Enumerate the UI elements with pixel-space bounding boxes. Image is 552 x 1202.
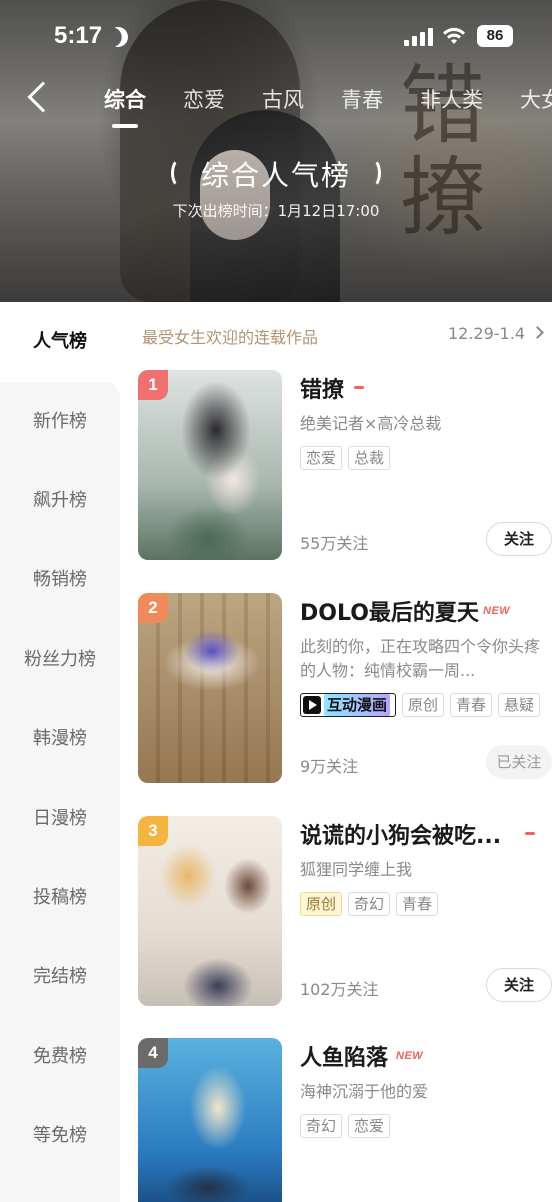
sidebar-item-wait-free[interactable]: 等免榜 <box>0 1096 120 1176</box>
comic-description: 绝美记者×高冷总裁 <box>300 414 442 433</box>
sidebar-item-rising[interactable]: 飙升榜 <box>0 461 120 541</box>
follow-button[interactable]: 关注 <box>486 968 552 1002</box>
ranking-title-wrap: 综合人气榜 <box>170 154 381 194</box>
sidebar-item-bestseller[interactable]: 畅销榜 <box>0 540 120 620</box>
rank-badge: 1 <box>138 370 168 400</box>
sidebar-item-completed[interactable]: 完结榜 <box>0 937 120 1017</box>
next-update-time: 下次出榜时间：1月12日17:00 <box>172 202 380 220</box>
comic-description: 狐狸同学缠上我 <box>300 860 413 879</box>
comic-cover[interactable]: 3 <box>138 816 282 1006</box>
ranking-list: 最受女生欢迎的连载作品 12.29-1.4 1 错撩 绝美记者×高冷总裁 恋爱 … <box>120 302 552 1202</box>
rank-badge: 3 <box>138 816 168 846</box>
sidebar-item-japanese[interactable]: 日漫榜 <box>0 779 120 859</box>
tag-list: 恋爱 总裁 <box>300 446 552 470</box>
genre-tag[interactable]: 恋爱 <box>348 1114 391 1138</box>
follower-count: 9万关注 <box>300 757 359 776</box>
original-tag[interactable]: 原创 <box>300 892 343 916</box>
date-range-text: 12.29-1.4 <box>447 324 525 343</box>
tab-lianai[interactable]: 恋爱 <box>183 82 225 128</box>
comic-description: 此刻的你，正在攻略四个令你头疼的人物：纯情校霸一周... <box>300 637 540 680</box>
trend-flat-icon <box>525 832 535 835</box>
rank-badge: 2 <box>138 593 168 623</box>
followed-button[interactable]: 已关注 <box>486 745 552 779</box>
date-range-link[interactable]: 12.29-1.4 <box>447 324 544 343</box>
category-nav: 综合 恋爱 古风 青春 非人类 大女主 <box>0 81 552 128</box>
follower-count: 55万关注 <box>300 534 369 553</box>
tag-list: 原创 奇幻 青春 <box>300 892 552 916</box>
comic-card[interactable]: 3 说谎的小狗会被吃... 狐狸同学缠上我 原创 奇幻 青春 102万关注 关注 <box>138 816 552 1006</box>
genre-tag[interactable]: 恋爱 <box>300 446 343 470</box>
tab-danvzhu[interactable]: 大女主 <box>520 82 552 128</box>
sidebar-item-free[interactable]: 免费榜 <box>0 1017 120 1097</box>
section-header: 最受女生欢迎的连载作品 12.29-1.4 <box>142 324 544 348</box>
comic-title[interactable]: 说谎的小狗会被吃... <box>300 818 501 850</box>
ranking-sidebar: 人气榜 新作榜 飙升榜 畅销榜 粉丝力榜 韩漫榜 日漫榜 投稿榜 完结榜 免费榜… <box>0 302 120 1202</box>
follow-button[interactable]: 关注 <box>486 522 552 556</box>
ranking-header: 综合人气榜 下次出榜时间：1月12日17:00 <box>0 154 552 221</box>
rank-badge: 4 <box>138 1038 168 1068</box>
trend-flat-icon <box>354 386 364 389</box>
signal-icon <box>404 28 434 46</box>
tag-list: 互动漫画 原创 青春 悬疑 <box>300 693 552 717</box>
moon-icon <box>105 24 131 50</box>
interactive-tag-label: 互动漫画 <box>324 694 391 716</box>
comic-info: 人鱼陷落 NEW 海神沉溺于他的爱 奇幻 恋爱 <box>300 1038 552 1202</box>
comic-info: 错撩 绝美记者×高冷总裁 恋爱 总裁 55万关注 关注 <box>300 370 552 560</box>
comic-card[interactable]: 2 DOLO最后的夏天 NEW 此刻的你，正在攻略四个令你头疼的人物：纯情校霸一… <box>138 593 552 783</box>
follower-count: 102万关注 <box>300 980 379 999</box>
sidebar-item-submission[interactable]: 投稿榜 <box>0 858 120 938</box>
sidebar-item-korean[interactable]: 韩漫榜 <box>0 699 120 779</box>
comic-title[interactable]: 错撩 <box>300 372 344 404</box>
comic-title[interactable]: 人鱼陷落 <box>300 1040 388 1072</box>
chevron-right-icon <box>531 326 544 339</box>
tab-zonghe[interactable]: 综合 <box>104 82 146 128</box>
comic-card[interactable]: 4 人鱼陷落 NEW 海神沉溺于他的爱 奇幻 恋爱 <box>138 1038 552 1202</box>
new-badge: NEW <box>396 1050 424 1062</box>
genre-tag[interactable]: 青春 <box>396 892 439 916</box>
laurel-right-icon <box>363 158 381 188</box>
comic-description: 海神沉溺于他的爱 <box>300 1082 429 1101</box>
genre-tag[interactable]: 原创 <box>402 693 445 717</box>
tab-qingchun[interactable]: 青春 <box>341 82 383 128</box>
tab-gufeng[interactable]: 古风 <box>262 82 304 128</box>
status-time: 5:17 <box>54 22 103 49</box>
comic-card[interactable]: 1 错撩 绝美记者×高冷总裁 恋爱 总裁 55万关注 关注 <box>138 370 552 560</box>
section-title: 最受女生欢迎的连载作品 <box>142 328 319 347</box>
new-badge: NEW <box>483 605 511 617</box>
genre-tag[interactable]: 奇幻 <box>300 1114 343 1138</box>
comic-cover[interactable]: 1 <box>138 370 282 560</box>
comic-info: 说谎的小狗会被吃... 狐狸同学缠上我 原创 奇幻 青春 102万关注 关注 <box>300 816 552 1006</box>
sidebar-item-popular[interactable]: 人气榜 <box>0 302 120 382</box>
tab-feirenlei[interactable]: 非人类 <box>420 82 483 128</box>
battery-icon: 86 <box>477 25 513 47</box>
interactive-comic-tag[interactable]: 互动漫画 <box>300 693 397 717</box>
interactive-play-icon <box>303 696 321 714</box>
comic-title[interactable]: DOLO最后的夏天 <box>300 595 479 627</box>
ranking-title: 综合人气榜 <box>200 159 351 192</box>
genre-tag[interactable]: 总裁 <box>348 446 391 470</box>
laurel-left-icon <box>170 158 189 188</box>
wifi-icon <box>443 27 465 44</box>
comic-cover[interactable]: 2 <box>138 593 282 783</box>
sidebar-list: 人气榜 新作榜 飙升榜 畅销榜 粉丝力榜 韩漫榜 日漫榜 投稿榜 完结榜 免费榜… <box>0 302 120 1202</box>
hero-banner[interactable]: 错 撩 5:17 86 综合 恋爱 古风 青春 非人类 大女主 综合人气榜 <box>0 0 552 302</box>
category-tabs: 综合 恋爱 古风 青春 非人类 大女主 <box>104 82 552 128</box>
genre-tag[interactable]: 奇幻 <box>348 892 391 916</box>
tag-list: 奇幻 恋爱 <box>300 1114 552 1138</box>
status-bar: 5:17 86 <box>0 18 552 58</box>
comic-info: DOLO最后的夏天 NEW 此刻的你，正在攻略四个令你头疼的人物：纯情校霸一周.… <box>300 593 552 783</box>
back-icon[interactable] <box>27 81 59 113</box>
genre-tag[interactable]: 青春 <box>450 693 493 717</box>
sidebar-item-fans[interactable]: 粉丝力榜 <box>0 620 120 700</box>
sidebar-item-new[interactable]: 新作榜 <box>0 382 120 462</box>
genre-tag[interactable]: 悬疑 <box>498 693 541 717</box>
comic-cover[interactable]: 4 <box>138 1038 282 1202</box>
